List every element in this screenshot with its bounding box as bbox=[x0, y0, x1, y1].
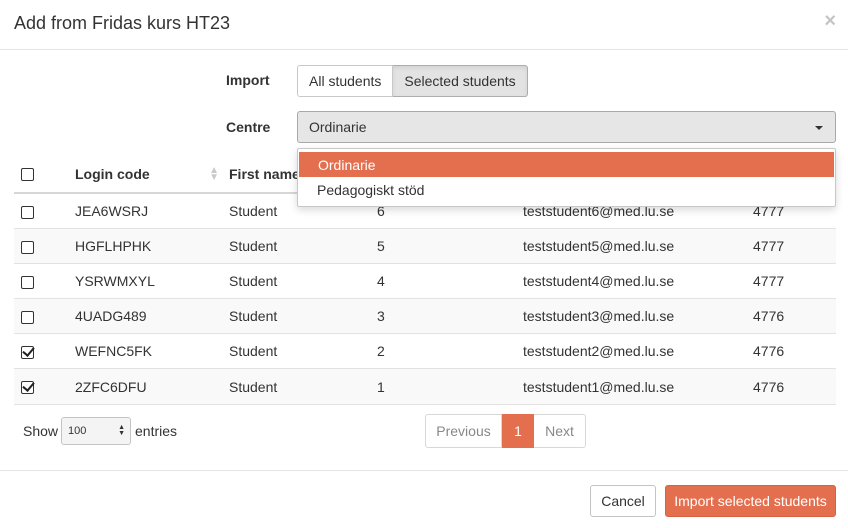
code-cell: 4776 bbox=[753, 333, 836, 370]
table-row: HGFLHPHK Student 5 teststudent5@med.lu.s… bbox=[14, 228, 836, 264]
email-cell: teststudent3@med.lu.se bbox=[523, 298, 753, 335]
first-name-cell: Student bbox=[229, 228, 377, 264]
code-cell: 4777 bbox=[753, 228, 836, 264]
email-cell: teststudent1@med.lu.se bbox=[523, 368, 753, 405]
login-code-cell: YSRWMXYL bbox=[75, 263, 229, 300]
pagination: Previous 1 Next bbox=[425, 414, 586, 448]
selected-students-button[interactable]: Selected students bbox=[393, 65, 528, 97]
row-checkbox[interactable] bbox=[21, 310, 34, 324]
dropdown-option-ordinarie[interactable]: Ordinarie bbox=[299, 152, 834, 177]
first-name-cell: Student bbox=[229, 368, 377, 405]
code-cell: 4776 bbox=[753, 298, 836, 335]
email-cell: teststudent4@med.lu.se bbox=[523, 263, 753, 300]
row-checkbox[interactable] bbox=[21, 346, 34, 360]
login-code-cell: WEFNC5FK bbox=[75, 333, 229, 370]
select-all-header bbox=[14, 155, 75, 194]
email-cell: teststudent2@med.lu.se bbox=[523, 333, 753, 370]
select-all-checkbox[interactable] bbox=[21, 168, 34, 182]
row-checkbox[interactable] bbox=[21, 381, 34, 395]
centre-select[interactable]: Ordinarie bbox=[297, 111, 836, 143]
centre-select-value: Ordinarie bbox=[309, 119, 367, 135]
centre-label: Centre bbox=[226, 119, 271, 135]
code-cell: 4777 bbox=[753, 263, 836, 300]
updown-arrows-icon: ▲ ▼ bbox=[118, 424, 125, 437]
caret-down-icon bbox=[815, 126, 823, 130]
first-name-cell: Student bbox=[229, 333, 377, 370]
login-code-header-label: Login code bbox=[75, 165, 150, 182]
previous-page-button[interactable]: Previous bbox=[425, 414, 502, 448]
row-checkbox[interactable] bbox=[21, 275, 34, 289]
modal-header: Add from Fridas kurs HT23 × bbox=[0, 0, 848, 50]
modal-title: Add from Fridas kurs HT23 bbox=[14, 13, 231, 33]
cancel-button[interactable]: Cancel bbox=[590, 485, 656, 517]
sort-icon: ▲ ▼ bbox=[209, 165, 219, 183]
first-name-header-label: First name bbox=[229, 165, 300, 182]
centre-dropdown-menu: Ordinarie Pedagogiskt stöd bbox=[297, 148, 836, 207]
last-name-cell: 4 bbox=[377, 263, 523, 300]
first-name-cell: Student bbox=[229, 298, 377, 335]
last-name-cell: 1 bbox=[377, 368, 523, 405]
show-label: Show bbox=[23, 423, 59, 439]
all-students-button[interactable]: All students bbox=[297, 65, 394, 97]
next-page-button[interactable]: Next bbox=[534, 414, 586, 448]
last-name-cell: 2 bbox=[377, 333, 523, 370]
import-selected-students-button[interactable]: Import selected students bbox=[665, 485, 836, 517]
dropdown-option-pedagogiskt-stod[interactable]: Pedagogiskt stöd bbox=[298, 177, 835, 202]
login-code-cell: 4UADG489 bbox=[75, 298, 229, 335]
page-1-button[interactable]: 1 bbox=[502, 414, 534, 448]
row-checkbox[interactable] bbox=[21, 240, 34, 254]
login-code-cell: 2ZFC6DFU bbox=[75, 368, 229, 405]
email-cell: teststudent5@med.lu.se bbox=[523, 228, 753, 264]
code-cell: 4776 bbox=[753, 368, 836, 405]
table-row: 4UADG489 Student 3 teststudent3@med.lu.s… bbox=[14, 298, 836, 335]
import-toggle-group: All students Selected students bbox=[297, 65, 528, 97]
entries-select[interactable]: 100 ▲ ▼ bbox=[61, 417, 131, 445]
login-code-cell: HGFLHPHK bbox=[75, 228, 229, 264]
close-icon[interactable]: × bbox=[824, 11, 836, 31]
login-code-cell: JEA6WSRJ bbox=[75, 193, 229, 229]
import-label: Import bbox=[226, 72, 270, 88]
row-check-cell bbox=[14, 333, 75, 370]
table-row: 2ZFC6DFU Student 1 teststudent1@med.lu.s… bbox=[14, 368, 836, 405]
entries-label: entries bbox=[135, 423, 178, 439]
row-check-cell bbox=[14, 298, 75, 335]
row-checkbox[interactable] bbox=[21, 205, 34, 219]
first-name-cell: Student bbox=[229, 263, 377, 300]
last-name-cell: 3 bbox=[377, 298, 523, 335]
table-row: YSRWMXYL Student 4 teststudent4@med.lu.s… bbox=[14, 263, 836, 300]
login-code-header[interactable]: Login code ▲ ▼ bbox=[75, 155, 229, 194]
row-check-cell bbox=[14, 263, 75, 300]
row-check-cell bbox=[14, 193, 75, 229]
row-check-cell bbox=[14, 368, 75, 405]
last-name-cell: 5 bbox=[377, 228, 523, 264]
row-check-cell bbox=[14, 228, 75, 264]
table-row: WEFNC5FK Student 2 teststudent2@med.lu.s… bbox=[14, 333, 836, 370]
entries-select-value: 100 bbox=[68, 425, 87, 437]
